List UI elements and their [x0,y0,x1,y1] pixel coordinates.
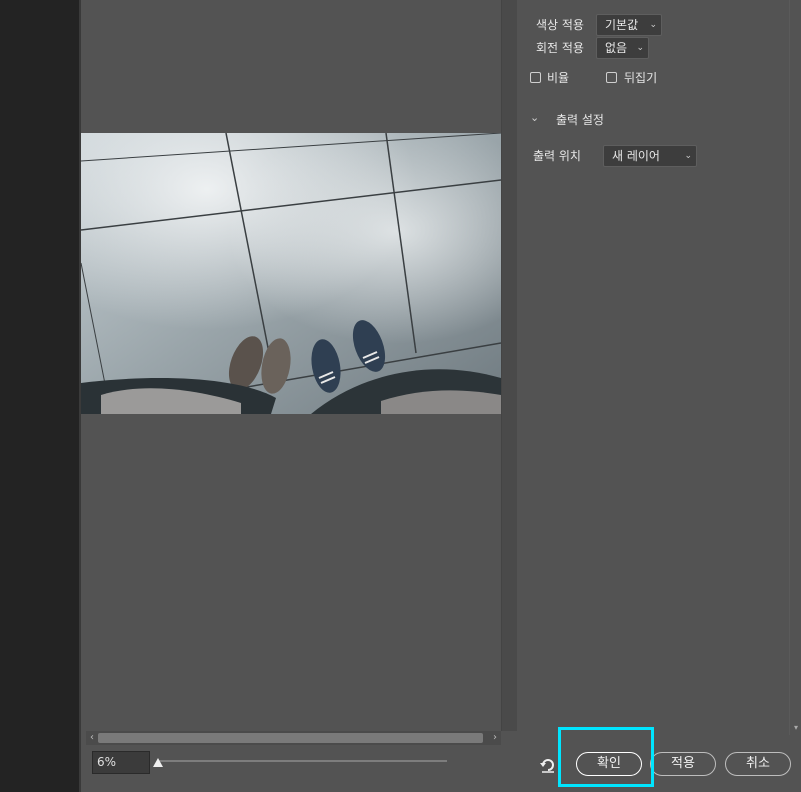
output-section-title[interactable]: 출력 설정 [556,111,604,128]
scroll-down-icon[interactable]: ▾ [790,723,801,735]
preview-photo-graphic [81,133,501,414]
preview-image [81,133,501,414]
scroll-left-icon[interactable]: ‹ [86,731,98,745]
left-toolbar-strip [0,0,80,792]
reset-icon[interactable] [539,756,557,774]
panel-vertical-scrollbar[interactable]: ▾ [789,0,801,735]
zoom-input[interactable]: 6% [92,751,150,774]
rotation-apply-select[interactable]: 없음 ⌄ [596,37,649,59]
chevron-down-icon: ⌄ [649,20,657,30]
color-apply-select[interactable]: 기본값 ⌄ [596,14,662,36]
zoom-slider-thumb[interactable] [153,758,163,767]
scroll-right-icon[interactable]: › [489,731,501,745]
rotation-apply-value: 없음 [605,41,628,55]
output-location-select[interactable]: 새 레이어 ⌄ [603,145,697,167]
rotation-apply-label: 회전 적용 [536,41,584,55]
canvas-horizontal-scrollbar[interactable]: ‹ › [86,731,501,745]
ratio-checkbox[interactable] [530,72,541,83]
flip-label: 뒤집기 [624,71,658,85]
section-toggle-chevron-down-icon[interactable]: ⌄ [530,111,539,124]
chevron-down-icon: ⌄ [684,151,692,161]
ratio-label: 비율 [547,71,570,85]
output-location-value: 새 레이어 [612,149,660,163]
output-location-label: 출력 위치 [533,149,581,163]
cancel-button[interactable]: 취소 [725,752,791,776]
color-apply-label: 색상 적용 [536,18,584,32]
flip-checkbox[interactable] [606,72,617,83]
canvas-vertical-scrollbar[interactable] [501,0,517,731]
color-apply-value: 기본값 [605,18,639,32]
apply-button[interactable]: 적용 [650,752,716,776]
chevron-down-icon: ⌄ [636,43,644,53]
zoom-slider-track[interactable] [158,760,447,762]
scroll-thumb[interactable] [98,733,483,743]
ok-button-highlight [558,727,654,787]
